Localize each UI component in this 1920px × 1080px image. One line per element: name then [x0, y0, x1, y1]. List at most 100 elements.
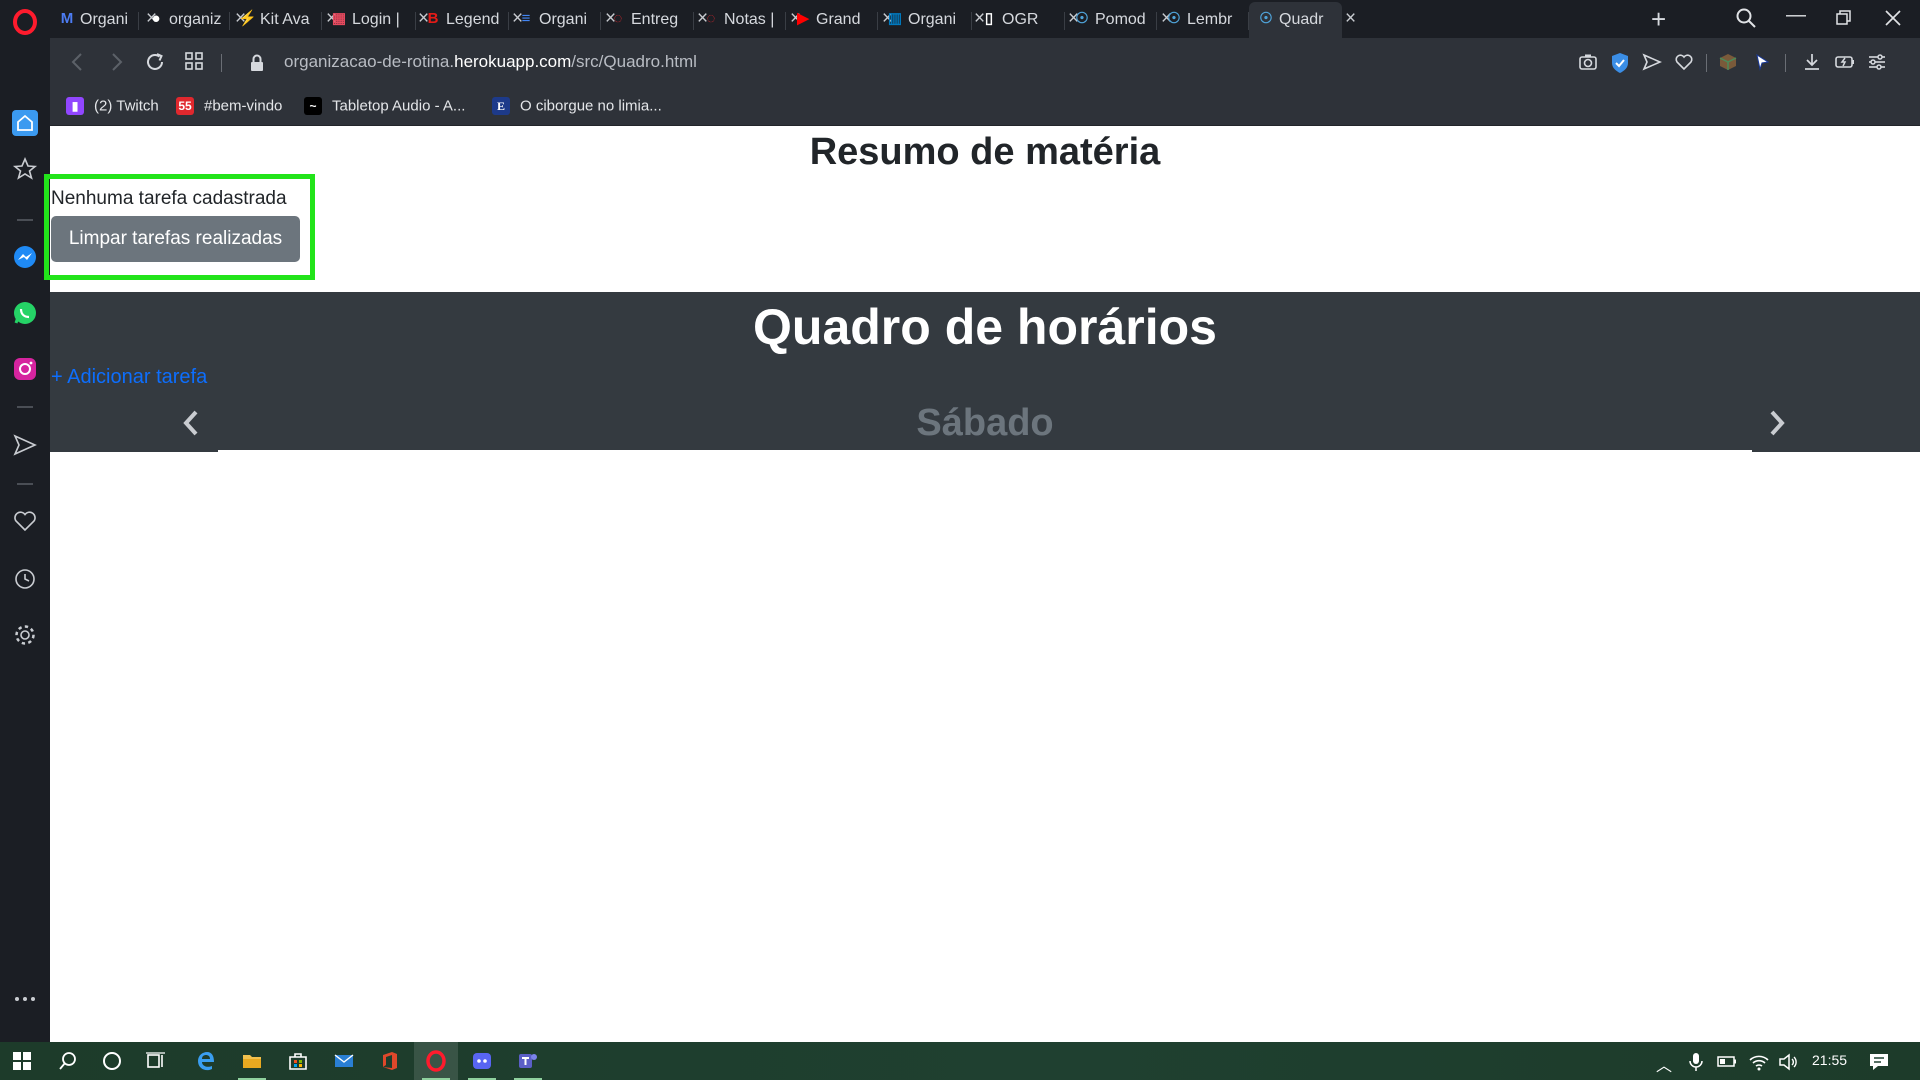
battery-saver-icon[interactable]	[1834, 52, 1856, 72]
speed-dial-grid-icon[interactable]	[184, 51, 204, 71]
tab-title: Notas |	[724, 11, 775, 28]
tab-search-icon[interactable]	[1735, 7, 1757, 29]
heart-bookmark-icon[interactable]	[1674, 52, 1694, 72]
back-arrow-icon[interactable]	[68, 51, 88, 73]
restore-window-icon[interactable]	[1835, 9, 1853, 27]
tab-title: Organi	[908, 11, 957, 28]
windows-logo-icon	[13, 1052, 31, 1070]
close-tab-icon[interactable]: ×	[1345, 9, 1356, 29]
microphone-icon[interactable]	[1688, 1052, 1704, 1072]
day-tab-underline	[218, 450, 1752, 453]
taskbar-search-button[interactable]	[46, 1042, 90, 1080]
new-tab-button[interactable]: +	[1651, 4, 1666, 35]
schedule-title: Quadro de horários	[753, 299, 1217, 355]
whatsapp-icon[interactable]	[12, 300, 38, 326]
opera-logo-icon[interactable]	[12, 9, 38, 35]
toolbar-divider	[221, 54, 222, 72]
summary-title: Resumo de matéria	[809, 131, 1161, 173]
messenger-icon[interactable]	[12, 244, 38, 270]
url-field[interactable]: organizacao-de-rotina.herokuapp.com/src/…	[284, 52, 697, 72]
browser-tab[interactable]: ● organiz ×	[139, 2, 246, 38]
browser-tab[interactable]: ▶ Grand ×	[786, 2, 893, 38]
tab-title: Grand	[816, 11, 861, 28]
tab-title: Organi	[539, 11, 588, 28]
trello-icon: ▥	[887, 10, 903, 27]
red-circle-icon: ◌	[613, 10, 623, 27]
store-bag-icon	[289, 1053, 307, 1070]
windows-taskbar: ︿ 21:55	[0, 1042, 1920, 1080]
forward-arrow-icon[interactable]	[106, 51, 126, 73]
browser-tab[interactable]: ▯ OGR ×	[972, 2, 1079, 38]
taskbar-opera[interactable]	[414, 1042, 458, 1080]
task-view-button[interactable]	[134, 1042, 178, 1080]
browser-tab[interactable]: ≡ Organi ×	[509, 2, 616, 38]
twitch-icon: ▮	[66, 97, 84, 116]
browser-tab[interactable]: ◌ Notas | ×	[694, 2, 801, 38]
sidebar-divider	[17, 406, 33, 408]
reload-icon[interactable]	[144, 51, 166, 73]
volume-icon[interactable]	[1778, 1052, 1800, 1072]
browser-tab[interactable]: ⚡ Kit Ava ×	[230, 2, 337, 38]
tray-chevron-up-icon[interactable]: ︿	[1656, 1052, 1672, 1076]
instagram-icon[interactable]	[12, 356, 38, 382]
tab-title: Lembr	[1187, 11, 1233, 28]
wifi-icon[interactable]	[1748, 1052, 1770, 1072]
cursor-extension-icon[interactable]	[1752, 52, 1772, 72]
add-task-link[interactable]: + Adicionar tarefa	[51, 366, 207, 389]
cortana-circle-icon	[103, 1052, 121, 1070]
send-arrow-icon[interactable]	[1642, 52, 1662, 72]
browser-tab[interactable]: ☉ Pomod ×	[1065, 2, 1172, 38]
taskbar-clock[interactable]: 21:55	[1812, 1052, 1847, 1068]
extension-cube-icon[interactable]	[1718, 52, 1738, 72]
bookmark-tabletop-audio[interactable]: ~ Tabletop Audio - A...	[304, 97, 465, 119]
notifications-icon[interactable]	[1868, 1052, 1890, 1072]
taskbar-mail[interactable]	[322, 1042, 366, 1080]
taskbar-teams[interactable]	[506, 1042, 550, 1080]
taskbar-edge[interactable]	[184, 1042, 228, 1080]
tabletop-icon: ~	[304, 97, 322, 116]
start-button[interactable]	[0, 1042, 44, 1080]
more-options-icon[interactable]	[12, 986, 38, 1012]
teams-icon	[519, 1054, 537, 1068]
star-icon[interactable]	[12, 156, 38, 182]
letter-e-icon: E	[492, 97, 510, 116]
taskbar-store[interactable]	[276, 1042, 320, 1080]
browser-tab[interactable]: ☉Lembr×	[1157, 2, 1264, 38]
home-icon[interactable]	[12, 110, 38, 136]
bookmark-label: #bem-vindo	[204, 97, 283, 115]
next-day-chevron-icon[interactable]	[1764, 408, 1790, 438]
snapshot-camera-icon[interactable]	[1578, 52, 1598, 72]
browser-tab[interactable]: ☉ Quadr ×	[1249, 2, 1356, 38]
browser-tab[interactable]: ▦ Login | ×	[322, 2, 429, 38]
easy-setup-sliders-icon[interactable]	[1867, 52, 1887, 72]
sidebar-divider	[17, 483, 33, 485]
heart-icon[interactable]	[12, 508, 38, 534]
battery-icon[interactable]	[1716, 1052, 1738, 1070]
browser-tab[interactable]: ▥ Organi ×	[878, 2, 985, 38]
taskbar-discord[interactable]	[460, 1042, 504, 1080]
bookmark-twitch[interactable]: ▮ (2) Twitch	[66, 97, 159, 119]
cortana-button[interactable]	[90, 1042, 134, 1080]
browser-tab[interactable]: B Legend ×	[416, 2, 523, 38]
settings-gear-icon[interactable]	[12, 622, 38, 648]
bookmark-ciborgue[interactable]: E O ciborgue no limia...	[492, 97, 662, 119]
bookmark-bem-vindo[interactable]: 55 #bem-vindo	[176, 97, 282, 119]
vpn-shield-icon[interactable]	[1610, 52, 1630, 74]
clear-completed-tasks-button[interactable]: Limpar tarefas realizadas	[51, 216, 300, 262]
close-window-icon[interactable]	[1884, 9, 1902, 27]
download-icon[interactable]	[1802, 52, 1822, 72]
browser-tab[interactable]: ◌ Entreg ×	[601, 2, 708, 38]
browser-tab[interactable]: M Organi ×	[50, 2, 157, 38]
minimize-window-icon[interactable]: —	[1786, 4, 1806, 27]
history-clock-icon[interactable]	[12, 566, 38, 592]
taskbar-office[interactable]	[368, 1042, 412, 1080]
tab-title: Kit Ava	[260, 11, 310, 28]
red-circle-icon: ◌	[706, 10, 716, 27]
document-icon: ▯	[984, 10, 994, 27]
taskbar-file-explorer[interactable]	[230, 1042, 274, 1080]
brain-icon: ☉	[1167, 10, 1181, 27]
sidebar-divider	[17, 219, 33, 221]
send-arrow-icon[interactable]	[12, 432, 38, 458]
lock-icon[interactable]	[249, 53, 265, 73]
brain-icon: ☉	[1259, 10, 1273, 27]
